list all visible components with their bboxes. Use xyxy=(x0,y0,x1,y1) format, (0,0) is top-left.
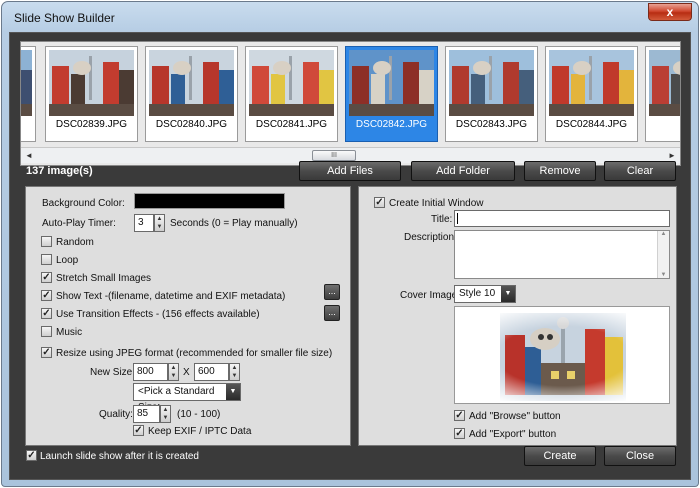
auto-play-timer-input[interactable]: 3 xyxy=(134,214,154,232)
title-label: Title: xyxy=(431,214,453,225)
description-label: Description: xyxy=(404,232,457,243)
new-size-height-spinner[interactable]: ▲ ▼ xyxy=(229,363,240,381)
slideshow-settings-panel: Background Color: Auto-Play Timer: 3 ▲ ▼ … xyxy=(25,186,351,446)
thumbnail-caption: DSC02840.JPG xyxy=(155,119,228,130)
quality-range-hint: (10 - 100) xyxy=(177,409,221,420)
text-cursor xyxy=(457,213,458,224)
thumbnail-item[interactable]: DSC02843.JPG xyxy=(445,46,538,142)
description-textarea[interactable]: ▲ ▼ xyxy=(454,230,670,279)
thumbnail-caption: s xyxy=(21,119,35,130)
dialog-client-area: sDSC02839.JPGDSC02840.JPGDSC02841.JPGDSC… xyxy=(9,32,691,480)
add-folder-button[interactable]: Add Folder xyxy=(411,161,515,181)
thumbnail-image xyxy=(649,50,680,116)
clear-button[interactable]: Clear xyxy=(604,161,676,181)
auto-play-timer-label: Auto-Play Timer: xyxy=(42,218,116,229)
thumbnail-image xyxy=(349,50,434,116)
thumbnail-image xyxy=(449,50,534,116)
create-button[interactable]: Create xyxy=(524,446,596,466)
add-export-button-checkbox[interactable]: ✓ xyxy=(454,428,465,439)
cover-image-preview xyxy=(454,306,670,404)
thumbnail-caption: DS xyxy=(646,119,680,130)
thumbnail-item[interactable]: DSC02839.JPG xyxy=(45,46,138,142)
add-files-button[interactable]: Add Files xyxy=(299,161,401,181)
thumbnail-caption: DSC02841.JPG xyxy=(255,119,328,130)
transition-effects-options-button[interactable]: ... xyxy=(324,305,340,321)
music-label: Music xyxy=(56,327,83,338)
background-color-label: Background Color: xyxy=(42,198,125,209)
random-checkbox[interactable] xyxy=(41,236,52,247)
launch-slideshow-checkbox[interactable]: ✓ xyxy=(26,450,37,461)
quality-spinner[interactable]: ▲ ▼ xyxy=(160,405,171,423)
create-initial-window-checkbox[interactable]: ✓ xyxy=(374,197,385,208)
new-size-label: New Size: xyxy=(90,367,136,378)
thumbnail-caption: DSC02844.JPG xyxy=(555,119,628,130)
thumbnail-image xyxy=(549,50,634,116)
title-bar[interactable]: Slide Show Builder x xyxy=(2,2,698,32)
resize-jpeg-checkbox[interactable]: ✓ xyxy=(41,347,52,358)
thumbnail-image xyxy=(149,50,234,116)
slide-show-builder-window: Slide Show Builder x s DSC02839.JPG DSC028… xyxy=(1,1,699,487)
background-color-swatch[interactable] xyxy=(134,193,285,209)
remove-button[interactable]: Remove xyxy=(524,161,596,181)
thumbnail-item[interactable]: DSC02842.JPG xyxy=(345,46,438,142)
add-browse-button-checkbox[interactable]: ✓ xyxy=(454,410,465,421)
keep-exif-checkbox[interactable]: ✓ xyxy=(133,425,144,436)
transition-effects-checkbox[interactable]: ✓ xyxy=(41,308,52,319)
create-initial-window-label: Create Initial Window xyxy=(389,198,484,209)
thumbnail-caption: DSC02842.JPG xyxy=(355,119,428,130)
close-button[interactable]: Close xyxy=(604,446,676,466)
thumbnail-row: s DSC02839.JPG DSC02840.JPG DSC02841.JPG DSC… xyxy=(21,46,680,142)
cover-style-dropdown[interactable]: Style 10 ▼ xyxy=(454,285,516,303)
thumbnail-item[interactable]: DS xyxy=(645,46,680,142)
show-text-options-button[interactable]: ... xyxy=(324,284,340,300)
thumbnail-caption: DSC02843.JPG xyxy=(455,119,528,130)
quality-input[interactable]: 85 xyxy=(133,405,160,423)
initial-window-panel: ✓ Create Initial Window Title: Descripti… xyxy=(358,186,677,446)
thumbnail-item[interactable]: DSC02841.JPG xyxy=(245,46,338,142)
close-window-button[interactable]: x xyxy=(648,3,692,21)
resize-jpeg-label: Resize using JPEG format (recommended fo… xyxy=(56,348,333,359)
random-label: Random xyxy=(56,237,94,248)
loop-checkbox[interactable] xyxy=(41,254,52,265)
add-browse-button-label: Add "Browse" button xyxy=(469,411,561,422)
scrollbar-thumb[interactable]: III xyxy=(312,150,356,161)
cover-image-label: Cover Image: xyxy=(400,290,461,301)
new-size-height-input[interactable]: 600 xyxy=(194,363,229,381)
quality-label: Quality: xyxy=(99,409,133,420)
title-input[interactable] xyxy=(454,210,670,227)
thumbnail-item[interactable]: s xyxy=(21,46,36,142)
description-scrollbar[interactable]: ▲ ▼ xyxy=(657,231,669,278)
stretch-small-images-label: Stretch Small Images xyxy=(56,273,152,284)
loop-label: Loop xyxy=(56,255,79,266)
thumbnail-image xyxy=(21,50,32,116)
keep-exif-label: Keep EXIF / IPTC Data xyxy=(148,426,252,437)
window-title: Slide Show Builder xyxy=(14,11,115,25)
chevron-down-icon: ▼ xyxy=(226,384,240,400)
thumbnail-item[interactable]: DSC02844.JPG xyxy=(545,46,638,142)
size-separator: X xyxy=(183,367,190,378)
music-checkbox[interactable] xyxy=(41,326,52,337)
auto-play-timer-spinner[interactable]: ▲ ▼ xyxy=(154,214,165,232)
show-text-checkbox[interactable]: ✓ xyxy=(41,290,52,301)
new-size-width-spinner[interactable]: ▲ ▼ xyxy=(168,363,179,381)
thumbnail-item[interactable]: DSC02840.JPG xyxy=(145,46,238,142)
standard-size-dropdown[interactable]: <Pick a Standard Size> ▼ xyxy=(133,383,241,413)
thumbnail-image xyxy=(249,50,334,116)
new-size-width-input[interactable]: 800 xyxy=(133,363,168,381)
chevron-down-icon: ▼ xyxy=(501,286,515,302)
auto-play-timer-hint: Seconds (0 = Play manually) xyxy=(170,218,298,229)
scroll-left-arrow-icon[interactable]: ◄ xyxy=(21,148,37,163)
cover-photo-image xyxy=(455,307,669,403)
thumbnail-strip: s DSC02839.JPG DSC02840.JPG DSC02841.JPG DSC… xyxy=(20,41,681,166)
cover-style-value: Style 10 xyxy=(459,288,496,299)
show-text-label: Show Text -(filename, datetime and EXIF … xyxy=(56,291,286,302)
thumbnail-image xyxy=(49,50,134,116)
launch-slideshow-label: Launch slide show after it is created xyxy=(40,451,199,462)
thumbnail-caption: DSC02839.JPG xyxy=(55,119,128,130)
stretch-small-images-checkbox[interactable]: ✓ xyxy=(41,272,52,283)
image-count-label: 137 image(s) xyxy=(26,165,93,177)
transition-effects-label: Use Transition Effects - (156 effects av… xyxy=(56,309,260,320)
add-export-button-label: Add "Export" button xyxy=(469,429,557,440)
